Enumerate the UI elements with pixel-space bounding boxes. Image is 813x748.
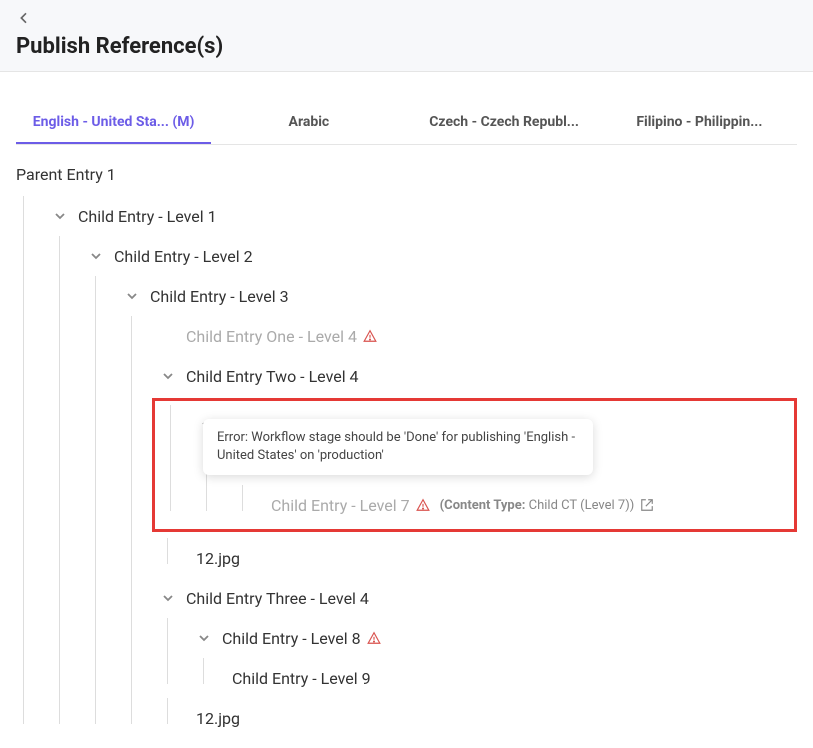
tree-node-level4-two[interactable]: Child Entry Two - Level 4	[186, 367, 359, 386]
external-link-icon[interactable]	[640, 498, 654, 512]
tab-czech[interactable]: Czech - Czech Republ...	[407, 102, 602, 144]
tree-node-level3[interactable]: Child Entry - Level 3	[150, 287, 289, 306]
chevron-down-icon[interactable]	[160, 368, 176, 384]
chevron-down-icon[interactable]	[88, 248, 104, 264]
warning-icon[interactable]	[367, 631, 381, 645]
tree-node-level9[interactable]: Child Entry - Level 9	[232, 669, 371, 688]
error-highlight-region: Child Entry - Level 5	[152, 398, 797, 532]
chevron-down-icon[interactable]	[160, 590, 176, 606]
tab-filipino[interactable]: Filipino - Philippin...	[602, 102, 797, 144]
file-item[interactable]: 12.jpg	[196, 709, 240, 728]
tab-arabic[interactable]: Arabic	[211, 102, 406, 144]
error-tooltip: Error: Workflow stage should be 'Done' f…	[203, 419, 593, 475]
tree-node-level8[interactable]: Child Entry - Level 8	[222, 629, 361, 648]
tree-node-level2[interactable]: Child Entry - Level 2	[114, 247, 253, 266]
tree-node-level4-three[interactable]: Child Entry Three - Level 4	[186, 589, 369, 608]
chevron-down-icon[interactable]	[196, 630, 212, 646]
warning-icon[interactable]	[363, 329, 377, 343]
tree-content: Parent Entry 1 Child Entry - Level 1 Chi…	[0, 145, 813, 748]
locale-tabs: English - United Sta... (M) Arabic Czech…	[16, 102, 797, 145]
page-title: Publish Reference(s)	[16, 34, 797, 59]
root-entry: Parent Entry 1	[16, 165, 797, 184]
tree-node-level7[interactable]: Child Entry - Level 7	[271, 496, 410, 515]
tree-node-level4-one[interactable]: Child Entry One - Level 4	[186, 327, 357, 346]
warning-icon[interactable]	[416, 498, 430, 512]
chevron-down-icon[interactable]	[52, 208, 68, 224]
chevron-down-icon[interactable]	[124, 288, 140, 304]
tab-english-us[interactable]: English - United Sta... (M)	[16, 102, 211, 144]
tree-node-level1[interactable]: Child Entry - Level 1	[78, 207, 217, 226]
file-item[interactable]: 12.jpg	[196, 549, 240, 568]
header: Publish Reference(s)	[0, 0, 813, 72]
back-arrow-icon[interactable]	[16, 10, 32, 30]
content-type-meta: (Content Type: Child CT (Level 7))	[440, 498, 635, 513]
